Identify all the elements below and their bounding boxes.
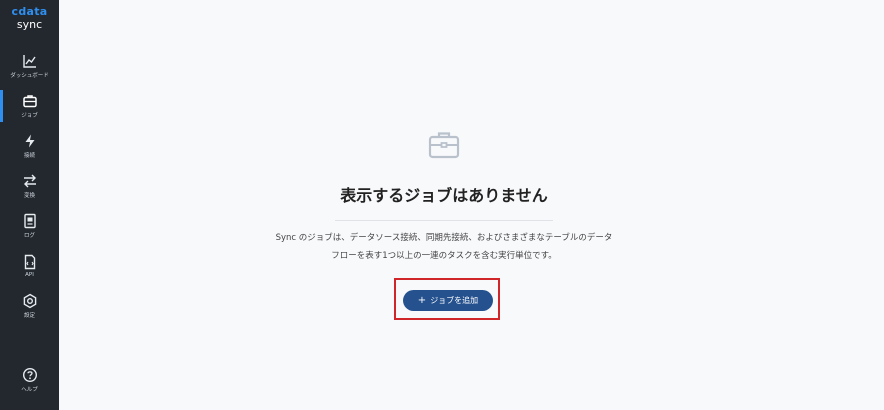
sidebar-item-label: 接続 <box>23 153 35 159</box>
sidebar-nav: ダッシュボード ジョブ 接続 変換 ログ API 設定 <box>0 46 59 326</box>
sidebar-item-api[interactable]: API <box>0 246 59 286</box>
brand-logo-text: cdata <box>11 5 48 18</box>
empty-state-description: Sync のジョブは、データソース接続、同期先接続、およびさまざまなテーブルのデ… <box>275 233 613 261</box>
sidebar-item-label: ヘルプ <box>21 387 38 393</box>
lightning-icon <box>22 133 38 149</box>
plus-icon: + <box>417 294 427 306</box>
gear-icon <box>22 293 38 309</box>
sidebar-item-label: ジョブ <box>21 113 38 119</box>
briefcase-icon <box>22 93 38 109</box>
empty-state-title: 表示するジョブはありません <box>340 186 548 205</box>
main-content: 表示するジョブはありません Sync のジョブは、データソース接続、同期先接続、… <box>59 0 884 410</box>
sidebar: cdata sync ダッシュボード ジョブ 接続 変換 ログ API 設定 ヘ… <box>0 0 59 410</box>
empty-state: 表示するジョブはありません Sync のジョブは、データソース接続、同期先接続、… <box>271 128 617 265</box>
sidebar-item-help[interactable]: ヘルプ <box>0 360 59 400</box>
sidebar-item-settings[interactable]: 設定 <box>0 286 59 326</box>
sidebar-item-dashboard[interactable]: ダッシュボード <box>0 46 59 86</box>
question-icon <box>22 367 38 383</box>
add-job-button[interactable]: + ジョブを追加 <box>403 290 493 311</box>
sidebar-item-label: 変換 <box>23 193 35 199</box>
sidebar-item-label: ログ <box>23 233 35 239</box>
chart-icon <box>22 53 38 69</box>
sidebar-item-logs[interactable]: ログ <box>0 206 59 246</box>
transform-arrows-icon <box>22 173 38 189</box>
sidebar-item-jobs[interactable]: ジョブ <box>0 86 59 126</box>
divider <box>335 220 553 221</box>
sidebar-item-transform[interactable]: 変換 <box>0 166 59 206</box>
add-job-button-label: ジョブを追加 <box>430 296 479 305</box>
log-icon <box>22 213 38 229</box>
api-document-icon <box>22 254 38 270</box>
briefcase-icon <box>427 128 461 162</box>
brand-logo[interactable]: cdata sync <box>12 6 48 30</box>
sidebar-item-connections[interactable]: 接続 <box>0 126 59 166</box>
brand-product-text: sync <box>16 18 43 31</box>
sidebar-item-label: 設定 <box>23 313 35 319</box>
sidebar-item-label: ダッシュボード <box>10 73 49 79</box>
sidebar-item-label: API <box>25 272 34 278</box>
